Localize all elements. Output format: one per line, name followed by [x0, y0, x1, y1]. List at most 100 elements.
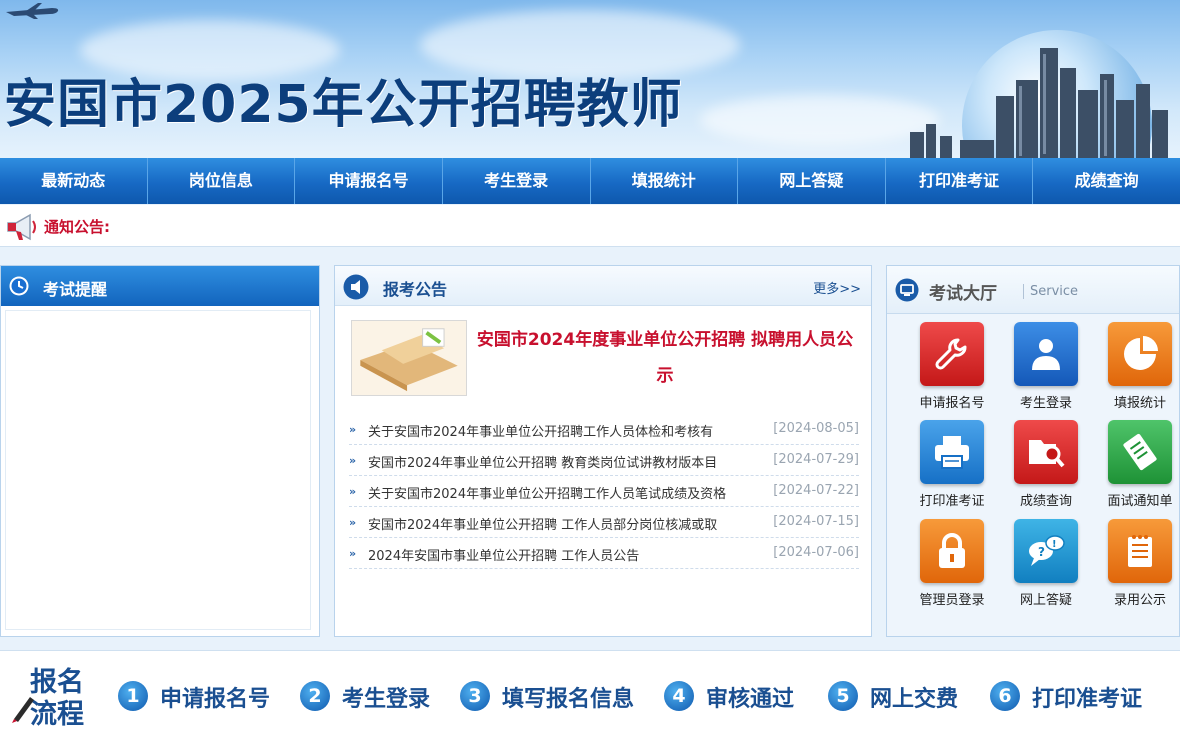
service-score-query[interactable]: 成绩查询: [1003, 420, 1089, 514]
double-arrow-icon: »: [349, 516, 357, 529]
panel-title: 报考公告: [383, 280, 448, 299]
list-item[interactable]: » 关于安国市2024年事业单位公开招聘工作人员笔试成绩及资格 [2024-07-2…: [349, 476, 859, 507]
notice-label: 通知公告:: [44, 218, 110, 236]
svg-text:?: ?: [1038, 545, 1045, 559]
service-label: 网上答疑: [1019, 593, 1072, 608]
double-arrow-icon: »: [349, 485, 357, 498]
nav-item-login[interactable]: 考生登录: [443, 158, 591, 204]
double-arrow-icon: »: [349, 547, 357, 560]
lock-icon: [939, 533, 965, 568]
speaker-icon: [343, 274, 369, 300]
service-label: 面试通知单: [1107, 494, 1173, 509]
envelope-image: [351, 320, 467, 396]
list-item[interactable]: » 安国市2024年事业单位公开招聘 教育类岗位试讲教材版本目 [2024-07-2…: [349, 445, 859, 476]
news-date: [2024-07-06]: [773, 545, 859, 560]
service-login[interactable]: 考生登录: [1003, 322, 1089, 416]
list-item[interactable]: » 安国市2024年事业单位公开招聘 工作人员部分岗位核减或取 [2024-07-1…: [349, 507, 859, 538]
chat-bubbles-icon: ? !: [1029, 535, 1065, 566]
airplane-icon: [6, 3, 59, 19]
wrench-icon: [935, 338, 967, 370]
service-label: 填报统计: [1113, 396, 1166, 411]
service-statistics[interactable]: 填报统计: [1097, 322, 1180, 416]
step-label: 申请报名号: [160, 687, 271, 712]
news-title[interactable]: 2024年安国市事业单位公开招聘 工作人员公告: [368, 545, 763, 564]
step-label: 填写报名信息: [502, 687, 635, 712]
notice-bar: 通知公告:: [0, 205, 1180, 247]
service-icon-box: [920, 322, 984, 386]
news-date: [2024-07-22]: [773, 483, 859, 498]
clock-icon: [9, 276, 29, 296]
more-link[interactable]: 更多>>: [813, 278, 861, 297]
exam-reminder-panel: 考试提醒: [0, 265, 320, 637]
service-icon-box: [1014, 420, 1078, 484]
pie-chart-icon: [1124, 336, 1158, 370]
news-title[interactable]: 安国市2024年事业单位公开招聘 教育类岗位试讲教材版本目: [368, 452, 763, 471]
service-icon-box: [1014, 322, 1078, 386]
panel-subtitle: Service: [1023, 284, 1078, 299]
monitor-icon: [895, 278, 919, 302]
service-hiring-notice[interactable]: 录用公示: [1097, 519, 1180, 613]
step-number: 2: [300, 681, 330, 711]
news-title[interactable]: 关于安国市2024年事业单位公开招聘工作人员体检和考核有: [368, 421, 763, 440]
service-interview-notice[interactable]: 面试通知单: [1097, 420, 1180, 514]
process-title: 报名 流程: [30, 667, 90, 731]
nav-item-apply-number[interactable]: 申请报名号: [295, 158, 443, 204]
service-admin-login[interactable]: 管理员登录: [909, 519, 995, 613]
service-print-ticket[interactable]: 打印准考证: [909, 420, 995, 514]
news-title[interactable]: 关于安国市2024年事业单位公开招聘工作人员笔试成绩及资格: [368, 483, 763, 502]
registration-process: 报名 流程 1 申请报名号 2 考生登录 3 填写报名信息 4 审核通过 5 网…: [0, 650, 1180, 738]
announcement-list: » 关于安国市2024年事业单位公开招聘工作人员体检和考核有 [2024-08-05…: [349, 414, 859, 569]
step-number: 6: [990, 681, 1020, 711]
nav-item-statistics[interactable]: 填报统计: [591, 158, 739, 204]
step-label: 考生登录: [342, 687, 431, 712]
nav-item-latest-news[interactable]: 最新动态: [0, 158, 148, 204]
search-folder-icon: [1029, 440, 1065, 468]
service-icon-box: [920, 519, 984, 583]
nav-item-positions[interactable]: 岗位信息: [148, 158, 296, 204]
panel-title: 考试大厅: [929, 284, 997, 304]
service-icon-box: ? !: [1014, 519, 1078, 583]
nav-item-print-ticket[interactable]: 打印准考证: [886, 158, 1034, 204]
featured-announcement-link[interactable]: 安国市2024年度事业单位公开招聘 拟聘用人员公示: [469, 322, 861, 394]
panel-header: 报考公告 更多>>: [335, 266, 871, 306]
printer-icon: [935, 436, 969, 469]
user-icon: [1032, 339, 1060, 370]
nav-item-qa[interactable]: 网上答疑: [738, 158, 886, 204]
service-online-qa[interactable]: ? ! 网上答疑: [1003, 519, 1089, 613]
pen-icon: [12, 697, 34, 723]
service-label: 打印准考证: [919, 494, 985, 509]
exam-announcement-panel: 报考公告 更多>> 安国市2024年度事业单位公开招聘 拟聘用人员公示 » 关于安…: [334, 265, 872, 637]
list-item[interactable]: » 关于安国市2024年事业单位公开招聘工作人员体检和考核有 [2024-08-05…: [349, 414, 859, 445]
service-label: 管理员登录: [919, 593, 985, 608]
service-apply-number[interactable]: 申请报名号: [909, 322, 995, 416]
news-date: [2024-08-05]: [773, 421, 859, 436]
document-icon: [1123, 433, 1157, 471]
process-title-line: 报名: [30, 667, 84, 698]
step-number: 1: [118, 681, 148, 711]
list-item[interactable]: » 2024年安国市事业单位公开招聘 工作人员公告 [2024-07-06]: [349, 538, 859, 569]
process-title-line: 流程: [30, 699, 84, 730]
panel-header: 考试大厅 Service: [887, 266, 1179, 314]
double-arrow-icon: »: [349, 423, 357, 436]
reminder-content-area: [5, 310, 311, 630]
service-icon-box: [1108, 420, 1172, 484]
step-number: 4: [664, 681, 694, 711]
service-icon-box: [920, 420, 984, 484]
exam-hall-panel: 考试大厅 Service 申请报名号 考生登录 填报统计 打印准考证 成绩查询 …: [886, 265, 1180, 637]
step-number: 3: [460, 681, 490, 711]
panel-header: 考试提醒: [1, 266, 319, 306]
news-title[interactable]: 安国市2024年事业单位公开招聘 工作人员部分岗位核减或取: [368, 514, 763, 533]
service-label: 考生登录: [1019, 396, 1072, 411]
notepad-icon: [1128, 535, 1152, 567]
nav-item-score-query[interactable]: 成绩查询: [1033, 158, 1180, 204]
service-label: 成绩查询: [1019, 494, 1072, 509]
news-date: [2024-07-29]: [773, 452, 859, 467]
step-label: 网上交费: [870, 687, 959, 712]
service-icon-box: [1108, 322, 1172, 386]
main-nav: 最新动态 岗位信息 申请报名号 考生登录 填报统计 网上答疑 打印准考证 成绩查…: [0, 158, 1180, 204]
city-skyline-decoration: [910, 48, 1168, 158]
service-label: 录用公示: [1113, 593, 1166, 608]
double-arrow-icon: »: [349, 454, 357, 467]
megaphone-icon: [7, 213, 36, 241]
step-label: 打印准考证: [1032, 687, 1143, 712]
